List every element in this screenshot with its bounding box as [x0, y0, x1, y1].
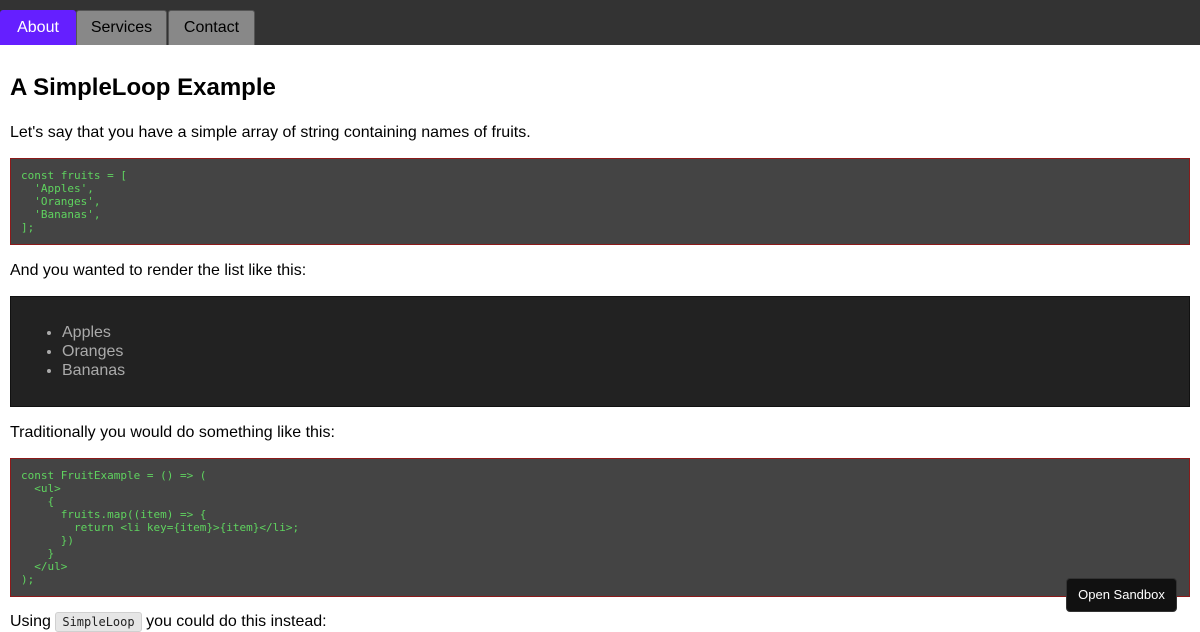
top-navbar: About Services Contact	[0, 0, 1200, 45]
fruit-list: Apples Oranges Bananas	[11, 323, 125, 380]
fruits-array-code-block: const fruits = [ 'Apples', 'Oranges', 'B…	[10, 158, 1190, 245]
list-item: Oranges	[62, 342, 125, 361]
tab-contact[interactable]: Contact	[168, 10, 255, 45]
rendered-list-preview: Apples Oranges Bananas	[10, 296, 1190, 407]
using-suffix: you could do this instead:	[146, 613, 327, 630]
list-item: Apples	[62, 323, 125, 342]
intro-paragraph: Let's say that you have a simple array o…	[10, 124, 531, 141]
page-title: A SimpleLoop Example	[10, 74, 276, 101]
fruit-example-code-block: const FruitExample = () => ( <ul> { frui…	[10, 458, 1190, 597]
simpleloop-inline-code: SimpleLoop	[55, 612, 142, 632]
using-prefix: Using	[10, 613, 51, 630]
traditional-intro-paragraph: Traditionally you would do something lik…	[10, 424, 335, 441]
list-item: Bananas	[62, 361, 125, 380]
render-intro-paragraph: And you wanted to render the list like t…	[10, 262, 307, 279]
tab-services[interactable]: Services	[76, 10, 167, 45]
open-sandbox-button[interactable]: Open Sandbox	[1066, 578, 1177, 612]
using-simpleloop-paragraph: Using SimpleLoop you could do this inste…	[10, 612, 327, 632]
tab-about[interactable]: About	[0, 10, 76, 45]
